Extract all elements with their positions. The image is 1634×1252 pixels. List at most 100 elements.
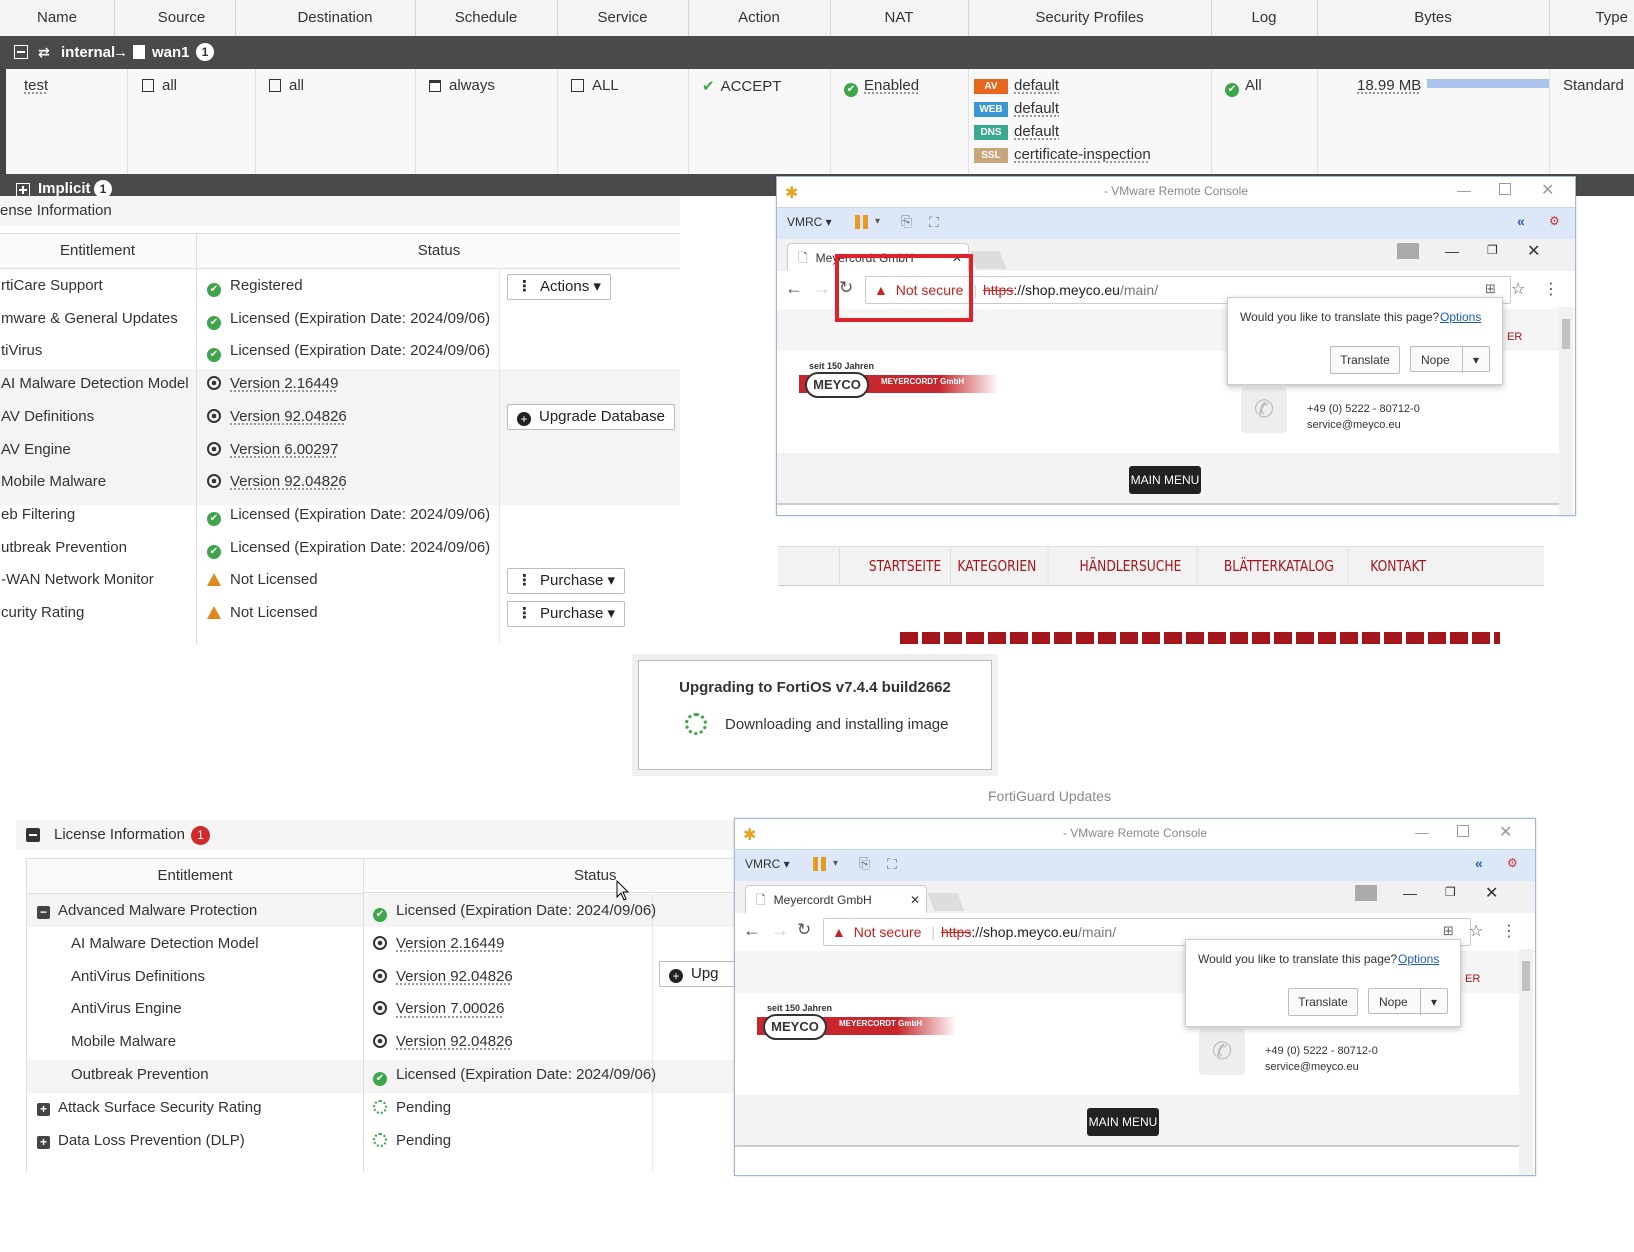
back-icon[interactable]: ←: [743, 920, 761, 941]
log-cell[interactable]: ✔ All: [1225, 77, 1262, 97]
policy-name[interactable]: test: [24, 77, 48, 94]
col-log[interactable]: Log: [1211, 0, 1318, 36]
forward-icon[interactable]: →: [813, 278, 831, 299]
main-menu-button[interactable]: MAIN MENU: [1087, 1108, 1159, 1136]
entitlement-name[interactable]: − Advanced Malware Protection: [37, 894, 257, 928]
entitlement-status[interactable]: Version 2.16449: [207, 367, 338, 401]
nope-button[interactable]: Nope ▾: [1368, 988, 1448, 1015]
profile-icon[interactable]: [1355, 885, 1377, 901]
vmrc-menu[interactable]: VMRC ▾: [787, 215, 832, 229]
entitlement-status[interactable]: Version 2.16449: [373, 927, 504, 961]
chevron-left-icon[interactable]: «: [1475, 855, 1483, 871]
maximize-icon[interactable]: [1457, 825, 1469, 837]
forward-icon[interactable]: →: [771, 920, 789, 941]
vm-settings-icon[interactable]: ⚙: [1507, 856, 1518, 870]
translate-icon[interactable]: ⊞: [1443, 923, 1454, 939]
col-action[interactable]: Action: [688, 0, 831, 36]
vm-settings-icon[interactable]: ⚙: [1549, 214, 1560, 228]
upgrade-database-button[interactable]: + Upgrade Database: [507, 404, 675, 430]
col-destination[interactable]: Destination: [255, 0, 416, 36]
col-source[interactable]: Source: [128, 0, 236, 36]
email[interactable]: service@meyco.eu: [1265, 1061, 1359, 1073]
schedule-cell[interactable]: always: [429, 77, 495, 94]
meyco-logo[interactable]: seit 150 Jahren MEYCO MEYERCORDT GmbH: [799, 361, 1009, 405]
col-bytes[interactable]: Bytes: [1317, 0, 1550, 36]
nope-button[interactable]: Nope ▾: [1410, 346, 1490, 373]
meyco-logo[interactable]: seit 150 Jahren MEYCO MEYERCORDT GmbH: [757, 1003, 967, 1047]
back-icon[interactable]: ←: [785, 278, 803, 299]
devices-icon[interactable]: ⎘: [859, 855, 870, 872]
col-schedule[interactable]: Schedule: [415, 0, 558, 36]
close-icon[interactable]: ✕: [1485, 883, 1498, 903]
service-cell[interactable]: ALL: [571, 77, 619, 94]
nav-kategorien[interactable]: KATEGORIEN: [946, 547, 1049, 585]
entitlement-status[interactable]: Version 92.04826: [373, 1025, 513, 1059]
col-security-profiles[interactable]: Security Profiles: [968, 0, 1212, 36]
nav-blaetterkatalog[interactable]: BLÄTTERKATALOG: [1210, 547, 1349, 585]
policy-group-row[interactable]: ⇄ internal → wan1 1: [0, 36, 1634, 69]
pause-icon[interactable]: [855, 215, 860, 229]
entitlement-status[interactable]: Version 7.00026: [373, 992, 504, 1026]
actions-button[interactable]: ⋮ Actions ▾: [507, 274, 611, 300]
upgrade-database-button[interactable]: + Upg: [659, 961, 736, 987]
policy-row[interactable]: test all all always ALL ✔ ACCEPT ✔ Enabled…: [6, 69, 1634, 174]
col-name[interactable]: Name: [0, 0, 115, 36]
nav-startseite[interactable]: STARTSEITE: [860, 547, 952, 585]
minimize-icon[interactable]: —: [1445, 243, 1459, 259]
purchase-button[interactable]: ⋮ Purchase ▾: [507, 601, 626, 627]
profile-ssl[interactable]: SSL certificate-inspection: [974, 145, 1151, 165]
close-icon[interactable]: ✕: [1541, 180, 1554, 200]
vmrc-menu[interactable]: VMRC ▾: [745, 857, 790, 871]
entitlement-name[interactable]: + Attack Surface Security Rating: [37, 1091, 261, 1125]
entitlement-status[interactable]: Version 92.04826: [207, 465, 347, 499]
new-tab-button[interactable]: [969, 251, 1007, 269]
translate-button[interactable]: Translate: [1330, 346, 1400, 374]
collapse-icon[interactable]: [14, 45, 28, 59]
destination-cell[interactable]: all: [269, 77, 304, 94]
main-menu-button[interactable]: MAIN MENU: [1129, 466, 1201, 494]
entitlement-status[interactable]: Version 92.04826: [373, 960, 513, 994]
entitlement-name[interactable]: + Data Loss Prevention (DLP): [37, 1124, 245, 1158]
nav-haendlersuche[interactable]: HÄNDLERSUCHE: [1064, 547, 1198, 585]
profile-web[interactable]: WEB default: [974, 99, 1151, 119]
translate-button[interactable]: Translate: [1288, 988, 1358, 1016]
chevron-left-icon[interactable]: «: [1517, 213, 1525, 229]
email[interactable]: service@meyco.eu: [1307, 419, 1401, 431]
collapse-icon[interactable]: [26, 828, 40, 842]
profile-dns[interactable]: DNS default: [974, 122, 1151, 142]
expand-icon[interactable]: +: [37, 1135, 50, 1149]
collapse-icon[interactable]: −: [37, 906, 50, 919]
nav-kontakt[interactable]: KONTAKT: [1358, 547, 1438, 585]
minimize-icon[interactable]: —: [1457, 182, 1471, 198]
col-type[interactable]: Type: [1549, 0, 1634, 36]
kebab-icon[interactable]: ⋮: [1543, 279, 1559, 299]
expand-icon[interactable]: [16, 183, 30, 196]
minimize-icon[interactable]: —: [1403, 885, 1417, 901]
scrollbar[interactable]: [1519, 949, 1533, 1175]
restore-icon[interactable]: ❐: [1487, 243, 1498, 257]
expand-icon[interactable]: +: [37, 1102, 50, 1116]
profile-av[interactable]: AV default: [974, 76, 1151, 96]
col-nat[interactable]: NAT: [830, 0, 969, 36]
maximize-icon[interactable]: [1499, 183, 1511, 195]
pause-icon[interactable]: [813, 857, 818, 871]
fullscreen-icon[interactable]: ⛶: [929, 214, 939, 231]
reload-icon[interactable]: ↻: [797, 920, 811, 940]
fullscreen-icon[interactable]: ⛶: [887, 856, 897, 873]
translate-options-link[interactable]: Options: [1398, 952, 1439, 966]
purchase-button[interactable]: ⋮ Purchase ▾: [507, 568, 626, 594]
action-cell[interactable]: ✔ ACCEPT: [702, 77, 781, 95]
entitlement-status[interactable]: Version 6.00297: [207, 433, 338, 467]
nat-cell[interactable]: ✔ Enabled: [844, 77, 919, 97]
col-service[interactable]: Service: [557, 0, 689, 36]
minimize-icon[interactable]: —: [1415, 824, 1429, 840]
new-tab-button[interactable]: [927, 893, 965, 911]
scrollbar[interactable]: [1559, 307, 1573, 515]
restore-icon[interactable]: ❐: [1445, 885, 1456, 899]
translate-options-link[interactable]: Options: [1440, 310, 1481, 324]
source-cell[interactable]: all: [142, 77, 177, 94]
devices-icon[interactable]: ⎘: [901, 213, 912, 230]
star-icon[interactable]: ☆: [1511, 279, 1525, 299]
bytes-cell[interactable]: 18.99 MB: [1357, 77, 1550, 94]
kebab-icon[interactable]: ⋮: [1501, 921, 1517, 941]
